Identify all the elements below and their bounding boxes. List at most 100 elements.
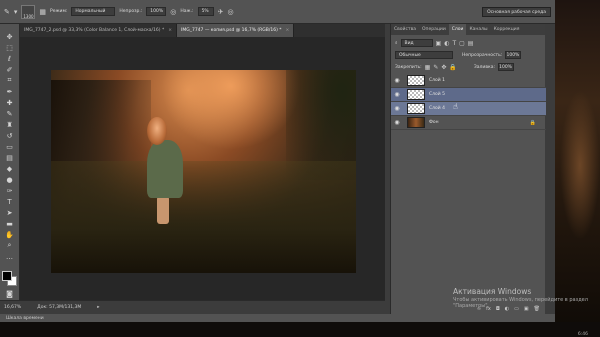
gradient-tool-icon[interactable]: ▤ — [3, 153, 17, 162]
shape-filter-icon[interactable]: ▢ — [459, 40, 465, 47]
blend-mode-select[interactable]: Обычные — [395, 51, 453, 59]
move-tool-icon[interactable]: ✥ — [3, 32, 17, 41]
tools-panel: ✥ ⬚ ℓ ✐ ⌗ ✒ ✚ ✎ ♜ ↺ ▭ ▤ ◆ ● ✑ T ➤ ▬ ✋ ⌕ … — [0, 24, 20, 314]
brush-preset-picker[interactable]: 1300 — [21, 4, 36, 19]
layers-panel: Свойства Операции Слои Каналы Коррекция … — [390, 24, 546, 314]
lasso-tool-icon[interactable]: ℓ — [3, 54, 17, 63]
fill-label: Заливка: — [473, 64, 495, 70]
history-brush-tool-icon[interactable]: ↺ — [3, 131, 17, 140]
flow-value: 5% — [201, 9, 209, 14]
tab-properties[interactable]: Свойства — [391, 24, 419, 35]
flow-field[interactable]: 5% — [197, 7, 214, 16]
pixel-filter-icon[interactable]: ▣ — [436, 40, 442, 47]
document-tabs: IMG_7747_2.psd @ 33,3% (Color Balance 1,… — [20, 24, 385, 37]
doc-tab-2[interactable]: IMG_7747 — копия.psd @ 16,7% (RGB/16) * … — [177, 24, 295, 37]
taskbar-clock: 6:46 — [577, 332, 588, 337]
photo-girl-legs — [157, 196, 169, 224]
lock-paint-icon[interactable]: ✎ — [433, 64, 438, 71]
zoom-tool-icon[interactable]: ⌕ — [3, 241, 17, 250]
doc-tab-1[interactable]: IMG_7747_2.psd @ 33,3% (Color Balance 1,… — [20, 24, 178, 37]
lock-label: Закрепить: — [395, 64, 422, 70]
layer-filter-select[interactable]: Вид — [400, 39, 433, 47]
brush-tool-icon[interactable]: ✎ — [4, 8, 10, 16]
layer-name[interactable]: Фон — [429, 120, 439, 125]
quick-mask-icon[interactable]: ◙ — [3, 289, 17, 298]
options-bar: ✎ ▾ 1300 ▦ Режим: Нормальный Непрозр.: 1… — [0, 0, 555, 24]
opacity-value: 100% — [150, 9, 164, 14]
opacity-field[interactable]: 100% — [146, 7, 167, 16]
lock-icons: ▦ ✎ ✥ 🔒 — [425, 64, 457, 71]
tab-adjustments[interactable]: Коррекция — [491, 24, 523, 35]
zoom-level[interactable]: 16,67% — [4, 305, 21, 310]
layer-opacity-field[interactable]: 100% — [505, 51, 522, 59]
opacity-label: Непрозрачность: — [462, 52, 503, 58]
path-select-tool-icon[interactable]: ➤ — [3, 208, 17, 217]
layer-row[interactable]: ◉ Слой 4 ☝ — [391, 102, 546, 116]
status-arrow-icon[interactable]: ▸ — [97, 305, 99, 310]
tab-actions[interactable]: Операции — [419, 24, 449, 35]
marquee-tool-icon[interactable]: ⬚ — [3, 43, 17, 52]
pressure-opacity-icon[interactable]: ◎ — [170, 8, 176, 16]
healing-tool-icon[interactable]: ✚ — [3, 98, 17, 107]
airbrush-icon[interactable]: ✈ — [218, 8, 224, 16]
timeline-bar[interactable]: Шкала времени — [0, 314, 555, 322]
fill-field[interactable]: 100% — [497, 63, 514, 71]
smart-filter-icon[interactable]: ▤ — [468, 40, 474, 47]
document-image[interactable] — [51, 70, 356, 273]
tab-channels[interactable]: Каналы — [466, 24, 490, 35]
lock-pixels-icon[interactable]: ▦ — [425, 64, 431, 71]
lock-all-icon[interactable]: 🔒 — [449, 64, 456, 71]
photo-grass — [51, 161, 356, 273]
windows-activation-watermark: Активация Windows Чтобы активировать Win… — [453, 287, 600, 309]
layer-row[interactable]: ◉ Слой 5 — [391, 88, 546, 102]
crop-tool-icon[interactable]: ⌗ — [3, 76, 17, 85]
more-tools-icon[interactable]: … — [3, 252, 17, 261]
activation-title: Активация Windows — [453, 287, 532, 296]
taskbar: 6:46 — [0, 322, 600, 337]
mode-select[interactable]: Нормальный — [71, 7, 116, 16]
quick-select-tool-icon[interactable]: ✐ — [3, 65, 17, 74]
foreground-color-swatch[interactable] — [1, 271, 12, 281]
search-icon: ⌕ — [395, 41, 398, 46]
lock-position-icon[interactable]: ✥ — [441, 64, 446, 71]
eye-icon[interactable]: ◉ — [391, 105, 403, 112]
brush-panel-icon[interactable]: ▦ — [39, 8, 46, 16]
layer-filter-row: ⌕ Вид ▣ ◐ T ▢ ▤ — [391, 37, 545, 49]
layer-name[interactable]: Слой 1 — [429, 78, 445, 83]
pressure-size-icon[interactable]: ◎ — [227, 8, 233, 16]
workspace-select[interactable]: Основная рабочая среда — [482, 7, 551, 17]
brush-tool-icon[interactable]: ✎ — [3, 109, 17, 118]
type-filter-icon[interactable]: T — [452, 40, 456, 47]
color-swatches — [1, 271, 18, 287]
type-tool-icon[interactable]: T — [3, 197, 17, 206]
shape-tool-icon[interactable]: ▬ — [3, 219, 17, 228]
layer-row[interactable]: ◉ Слой 1 — [391, 74, 546, 88]
hand-tool-icon[interactable]: ✋ — [3, 230, 17, 239]
dodge-tool-icon[interactable]: ● — [3, 175, 17, 184]
layers-list: ◉ Слой 1 ◉ Слой 5 ◉ Слой 4 ☝ ◉ Фон 🔒 — [391, 74, 546, 130]
eye-icon[interactable]: ◉ — [391, 77, 403, 84]
canvas-area[interactable] — [20, 37, 385, 300]
status-bar: 16,67% Док: 57,3M/131,3M ▸ — [0, 300, 385, 314]
eye-icon[interactable]: ◉ — [391, 119, 403, 126]
layer-thumbnail — [407, 89, 425, 100]
layer-row[interactable]: ◉ Фон 🔒 — [391, 116, 546, 130]
activation-subtitle: Чтобы активировать Windows, перейдите в … — [453, 297, 588, 309]
stamp-tool-icon[interactable]: ♜ — [3, 120, 17, 129]
chevron-down-icon[interactable]: ▾ — [14, 8, 18, 16]
layer-name[interactable]: Слой 5 — [429, 92, 445, 97]
close-icon[interactable]: × — [168, 28, 172, 33]
pen-tool-icon[interactable]: ✑ — [3, 186, 17, 195]
eraser-tool-icon[interactable]: ▭ — [3, 142, 17, 151]
tab-layers[interactable]: Слои — [448, 24, 467, 35]
lock-icon: 🔒 — [529, 119, 536, 126]
layer-name[interactable]: Слой 4 — [429, 106, 445, 111]
blur-tool-icon[interactable]: ◆ — [3, 164, 17, 173]
eyedropper-tool-icon[interactable]: ✒ — [3, 87, 17, 96]
adjustment-filter-icon[interactable]: ◐ — [444, 40, 449, 47]
photo-girl-hair — [147, 117, 167, 145]
flow-label: Наж.: — [180, 9, 194, 14]
timeline-label: Шкала времени — [6, 315, 44, 321]
close-icon[interactable]: × — [286, 28, 290, 33]
eye-icon[interactable]: ◉ — [391, 91, 403, 98]
